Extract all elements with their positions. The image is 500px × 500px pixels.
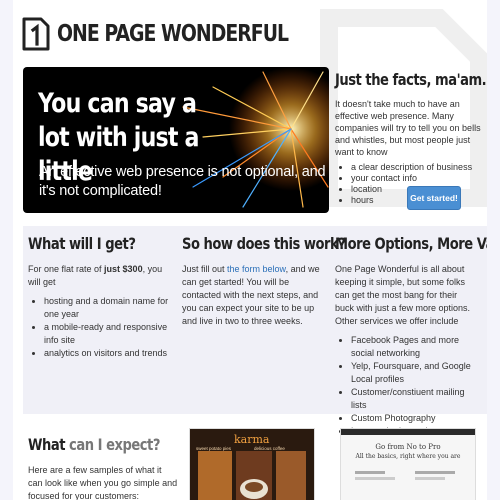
facts-intro: It doesn't take much to have an effectiv… [335, 99, 481, 157]
list-item: Customer/constiuent mailing lists [351, 386, 477, 412]
karma-caption-a: sweet potato pies [196, 446, 232, 451]
what-can-i-expect-section: What can I expect? Here are a few sample… [28, 435, 178, 500]
page-number-logo-icon [22, 17, 50, 51]
list-item: your contact info [351, 173, 483, 184]
price-text: just $300 [104, 264, 143, 274]
col2-heading: So how does this work? [182, 234, 346, 253]
col1-text: For one flat rate of just $300, you will… [28, 263, 170, 289]
expect-heading: What can I expect? [28, 435, 160, 454]
col3-heading: More Options, More Value [335, 234, 487, 253]
hero-banner: You can say a lot with just a little An … [23, 67, 329, 213]
expect-heading-b: can I expect? [64, 435, 160, 454]
form-link[interactable]: the form below [227, 264, 286, 274]
site-header: ONE PAGE WONDERFUL [21, 14, 339, 54]
col2-text: Just fill out the form below, and we can… [182, 263, 324, 328]
brand-title: ONE PAGE WONDERFUL [57, 21, 289, 47]
more-options-column: More Options, More Value One Page Wonder… [335, 234, 487, 438]
list-item: Custom Photography [351, 412, 477, 425]
list-item: analytics on visitors and trends [44, 347, 170, 360]
sample-site-karma[interactable]: karma sweet potato pies delicious coffee [189, 428, 315, 500]
what-will-i-get-column: What will I get? For one flat rate of ju… [28, 234, 170, 360]
get-started-button[interactable]: Get started! [407, 186, 461, 210]
how-does-this-work-column: So how does this work? Just fill out the… [182, 234, 346, 328]
hero-subtitle: An effective web presence is not optiona… [39, 164, 326, 199]
list-item: Yelp, Foursquare, and Google Local profi… [351, 360, 477, 386]
expect-heading-a: What [28, 435, 65, 454]
col2-text-a: Just fill out [182, 264, 228, 274]
list-item: hosting and a domain name for one year [44, 295, 170, 321]
list-item: a clear description of business [351, 162, 483, 173]
col3-list: Facebook Pages and more social networkin… [335, 334, 477, 438]
list-item: Facebook Pages and more social networkin… [351, 334, 477, 360]
col1-list: hosting and a domain name for one year a… [28, 295, 170, 360]
list-item: a mobile-ready and responsive info site [44, 321, 170, 347]
karma-caption-b: delicious coffee [254, 446, 285, 451]
page: ONE PAGE WONDERFUL You can say a lot wit… [13, 0, 487, 500]
no-to-pro-subtitle: All the basics, right where you are [355, 453, 461, 460]
no-to-pro-title: Go from No to Pro [375, 443, 441, 451]
col1-heading: What will I get? [28, 234, 136, 253]
col3-text: One Page Wonderful is all about keeping … [335, 264, 471, 326]
col1-text-a: For one flat rate of [28, 264, 105, 274]
expect-text: Here are a few samples of what it can lo… [28, 465, 178, 500]
karma-brand: karma [234, 433, 270, 446]
sample-site-no-to-pro[interactable]: Go from No to Pro All the basics, right … [340, 428, 476, 500]
facts-heading: Just the facts, ma'am. [335, 70, 487, 89]
no-to-pro-site-preview-image [341, 429, 475, 500]
